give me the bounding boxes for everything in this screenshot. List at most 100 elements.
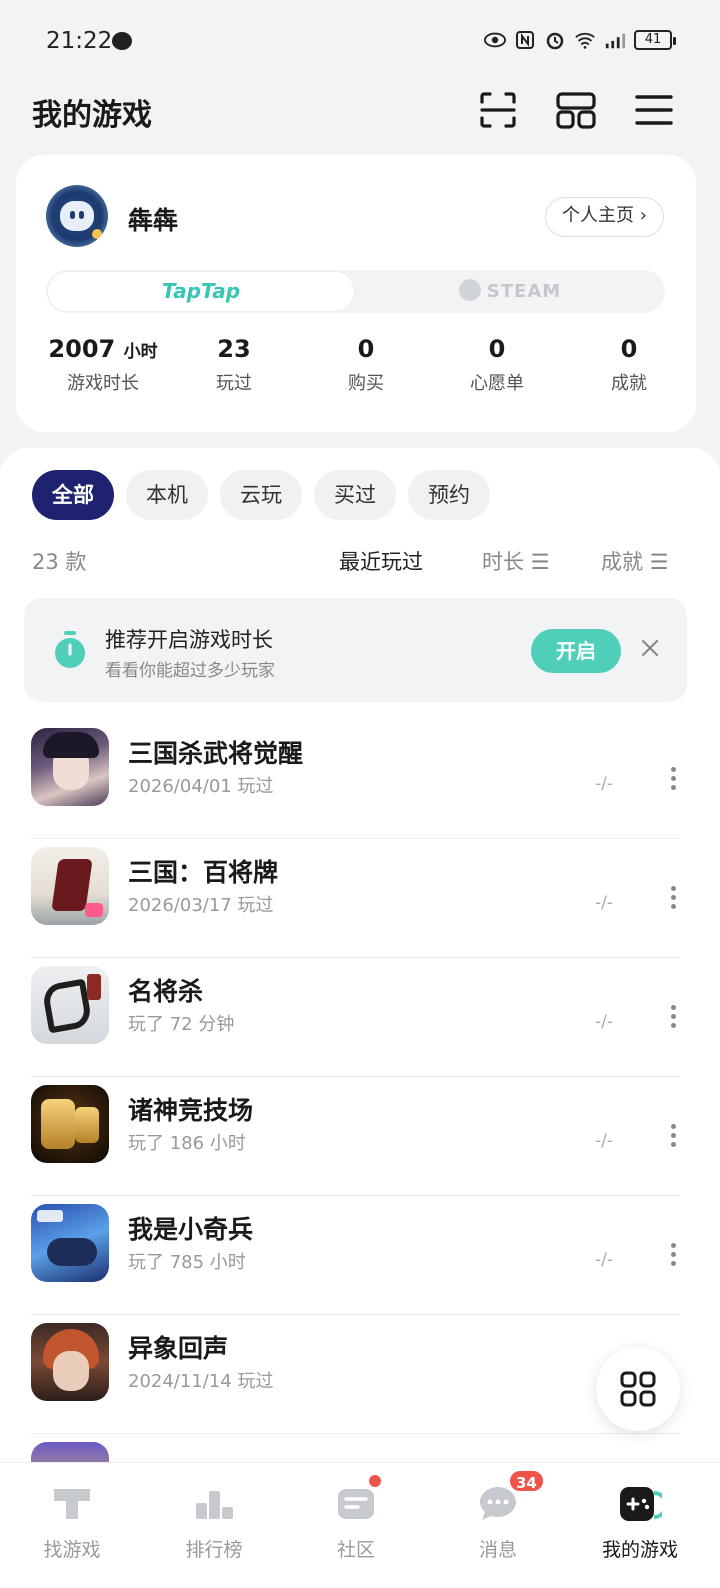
game-name: 诸神竞技场 bbox=[128, 1096, 254, 1125]
game-stat: -/- bbox=[595, 1250, 613, 1270]
stat-value: 0 bbox=[620, 335, 638, 363]
stat-value: 2007 bbox=[48, 335, 116, 363]
stat-played[interactable]: 23 玩过 bbox=[164, 335, 304, 395]
nav-community[interactable]: 社区 bbox=[284, 1463, 428, 1588]
game-icon bbox=[31, 966, 109, 1044]
game-row[interactable]: 我是小奇兵 玩了 785 小时 -/- bbox=[0, 1196, 720, 1315]
enable-playtime-button[interactable]: 开启 bbox=[531, 629, 621, 673]
taptap-tab[interactable]: TapTap bbox=[47, 271, 355, 312]
stat-achievements[interactable]: 0 成就 bbox=[559, 335, 699, 395]
message-badge: 34 bbox=[508, 1469, 545, 1493]
profile-stats: 2007 小时 游戏时长 23 玩过 0 购买 0 心愿单 0 成就 bbox=[16, 335, 696, 405]
games-panel: 全部 本机 云玩 买过 预约 23 款 最近玩过 时长 ☰ 成就 ☰ 推荐开启游… bbox=[0, 448, 720, 1494]
stat-label: 心愿单 bbox=[470, 373, 524, 394]
eye-icon bbox=[484, 32, 506, 48]
sort-duration-label: 时长 bbox=[482, 550, 524, 574]
gamepad-icon bbox=[620, 1487, 662, 1521]
menu-icon[interactable] bbox=[632, 88, 676, 132]
stat-value: 0 bbox=[357, 335, 375, 363]
close-icon[interactable] bbox=[638, 636, 662, 660]
game-count: 23 款 bbox=[32, 550, 87, 574]
grid-layout-icon[interactable] bbox=[554, 88, 598, 132]
nav-label: 排行榜 bbox=[185, 1539, 243, 1561]
game-icon bbox=[31, 1204, 109, 1282]
game-row[interactable]: 三国杀武将觉醒 2026/04/01 玩过 -/- bbox=[0, 720, 720, 839]
nfc-icon bbox=[516, 31, 534, 49]
stopwatch-icon bbox=[55, 631, 85, 668]
sort-order-icon: ☰ bbox=[530, 550, 550, 574]
more-options-icon[interactable] bbox=[666, 1124, 680, 1148]
status-icons: 41 bbox=[484, 30, 676, 50]
game-subtitle: 玩了 785 小时 bbox=[128, 1252, 246, 1273]
username[interactable]: 犇犇 bbox=[128, 201, 178, 237]
more-options-icon[interactable] bbox=[666, 1005, 680, 1029]
more-options-icon[interactable] bbox=[666, 767, 680, 791]
steam-tab[interactable]: STEAM bbox=[356, 271, 664, 312]
podium-icon bbox=[196, 1491, 233, 1519]
game-row[interactable]: 名将杀 玩了 72 分钟 -/- bbox=[0, 958, 720, 1077]
battery-icon: 41 bbox=[634, 30, 676, 50]
chevron-right-icon: › bbox=[639, 205, 647, 226]
game-icon bbox=[31, 847, 109, 925]
signal-icon bbox=[605, 33, 626, 49]
nav-my-games[interactable]: 我的游戏 bbox=[568, 1463, 712, 1588]
stat-label: 玩过 bbox=[216, 373, 252, 394]
playtime-banner: 推荐开启游戏时长 看看你能超过多少玩家 开启 bbox=[24, 598, 687, 702]
game-name: 三国杀武将觉醒 bbox=[128, 739, 304, 768]
profile-home-button[interactable]: 个人主页 › bbox=[545, 197, 664, 237]
stat-playtime[interactable]: 2007 小时 游戏时长 bbox=[33, 335, 173, 395]
notification-dot bbox=[367, 1473, 383, 1489]
game-icon bbox=[31, 1323, 109, 1401]
sort-duration[interactable]: 时长 ☰ bbox=[482, 546, 550, 576]
sort-recent[interactable]: 最近玩过 bbox=[339, 546, 423, 576]
nav-label: 我的游戏 bbox=[601, 1539, 678, 1561]
wifi-icon bbox=[575, 32, 595, 49]
game-subtitle: 2024/11/14 玩过 bbox=[128, 1371, 274, 1392]
banner-title: 推荐开启游戏时长 bbox=[105, 628, 273, 652]
filter-reserved[interactable]: 预约 bbox=[408, 470, 490, 520]
filter-local[interactable]: 本机 bbox=[126, 470, 208, 520]
stat-purchased[interactable]: 0 购买 bbox=[296, 335, 436, 395]
profile-home-label: 个人主页 bbox=[562, 205, 635, 226]
more-options-icon[interactable] bbox=[666, 1243, 680, 1267]
avatar[interactable] bbox=[46, 185, 108, 247]
game-row[interactable]: 三国：百将牌 2026/03/17 玩过 -/- bbox=[0, 839, 720, 958]
steam-tab-label: STEAM bbox=[486, 281, 562, 302]
status-bar: 21:22 41 bbox=[0, 0, 720, 84]
status-time: 21:22 bbox=[46, 28, 113, 54]
game-name: 三国：百将牌 bbox=[128, 858, 279, 887]
profile-card: 犇犇 个人主页 › TapTap STEAM 2007 小时 游戏时长 23 玩… bbox=[16, 155, 696, 432]
filter-cloud[interactable]: 云玩 bbox=[220, 470, 302, 520]
game-name: 异象回声 bbox=[128, 1334, 229, 1363]
filter-all[interactable]: 全部 bbox=[32, 470, 114, 520]
page-title: 我的游戏 bbox=[32, 98, 152, 133]
floating-grid-button[interactable] bbox=[596, 1347, 680, 1431]
filter-bought[interactable]: 买过 bbox=[314, 470, 396, 520]
platform-switch: TapTap STEAM bbox=[46, 270, 665, 313]
game-subtitle: 玩了 72 分钟 bbox=[128, 1014, 235, 1035]
more-options-icon[interactable] bbox=[666, 886, 680, 910]
game-icon bbox=[31, 1085, 109, 1163]
game-name: 名将杀 bbox=[128, 977, 204, 1006]
nav-find-games[interactable]: 找游戏 bbox=[0, 1463, 144, 1588]
game-subtitle: 2026/03/17 玩过 bbox=[128, 895, 274, 916]
game-icon bbox=[31, 728, 109, 806]
sort-achievement[interactable]: 成就 ☰ bbox=[601, 546, 669, 576]
nav-rankings[interactable]: 排行榜 bbox=[142, 1463, 286, 1588]
avatar-dot bbox=[92, 229, 102, 239]
stat-unit: 小时 bbox=[123, 342, 158, 362]
stat-wishlist[interactable]: 0 心愿单 bbox=[427, 335, 567, 395]
nav-messages[interactable]: 34 消息 bbox=[426, 1463, 570, 1588]
game-stat: -/- bbox=[595, 1131, 613, 1151]
scan-icon[interactable] bbox=[476, 88, 520, 132]
game-stat: -/- bbox=[595, 893, 613, 913]
game-stat: -/- bbox=[595, 1012, 613, 1032]
stat-label: 游戏时长 bbox=[67, 373, 139, 394]
sort-order-icon: ☰ bbox=[649, 550, 669, 574]
game-subtitle: 2026/04/01 玩过 bbox=[128, 776, 274, 797]
stat-value: 23 bbox=[217, 335, 251, 363]
nav-label: 消息 bbox=[478, 1539, 517, 1561]
taptap-t-icon bbox=[54, 1489, 90, 1519]
steam-icon bbox=[458, 279, 481, 301]
game-row[interactable]: 诸神竞技场 玩了 186 小时 -/- bbox=[0, 1077, 720, 1196]
